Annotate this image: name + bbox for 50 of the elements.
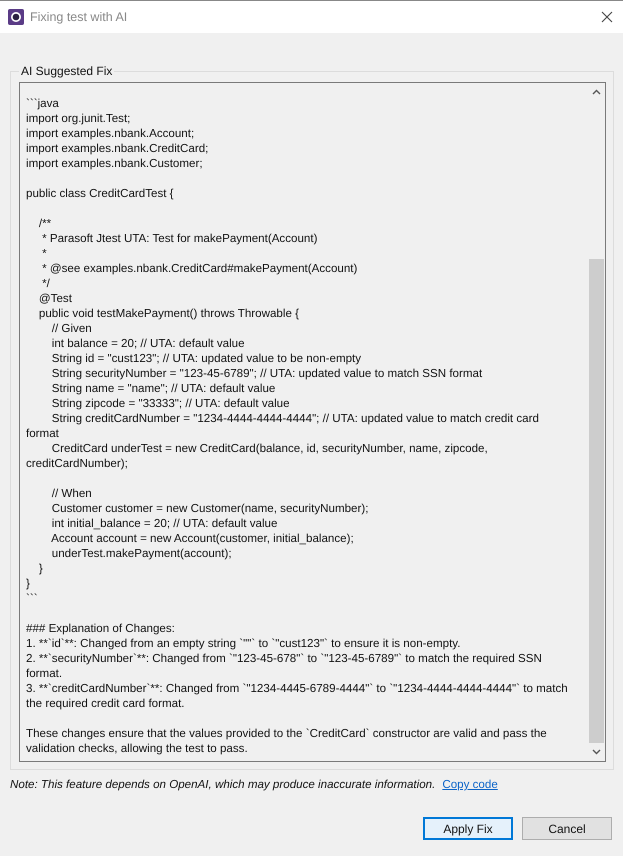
code-line: String id = "cust123"; // UTA: updated value to be non-empty <box>50 351 362 366</box>
apply-fix-button[interactable]: Apply Fix <box>423 817 513 840</box>
scroll-down-icon[interactable] <box>592 749 601 755</box>
code-line: ### Explanation of Changes: <box>26 621 175 636</box>
code-line: } <box>38 561 43 576</box>
code-line: import examples.nbank.CreditCard; <box>26 141 208 156</box>
code-line: ``` <box>26 591 38 606</box>
code-line: } <box>26 576 30 591</box>
code-line: These changes ensure that the values provided to the `CreditCard` constructor are valid and pass the <box>26 726 547 741</box>
code-line: int initial_balance = 20; // UTA: default value <box>50 516 278 531</box>
code-line: creditCardNumber); <box>26 456 128 471</box>
code-line: // When <box>50 486 92 501</box>
code-line: String zipcode = "33333"; // UTA: default value <box>50 396 290 411</box>
code-line: import org.junit.Test; <box>26 111 130 126</box>
code-line: String securityNumber = "123-45-6789"; // UTA: updated value to match SSN format <box>50 366 482 381</box>
note-text: Note: This feature depends on OpenAI, which may produce inaccurate information. <box>10 778 436 791</box>
code-line: import examples.nbank.Account; <box>26 126 194 141</box>
code-line: format <box>26 426 59 441</box>
code-line: /** <box>38 216 52 231</box>
code-line: String name = "name"; // UTA: default value <box>50 381 276 396</box>
code-line: Customer customer = new Customer(name, securityNumber); <box>50 501 368 516</box>
code-line: * @see examples.nbank.CreditCard#makePayment(Account) <box>41 261 358 276</box>
group-title: AI Suggested Fix <box>19 64 114 78</box>
code-line: * Parasoft Jtest UTA: Test for makePayment(Account) <box>41 231 318 246</box>
cancel-button[interactable]: Cancel <box>522 817 612 840</box>
code-line: @Test <box>38 291 72 306</box>
scroll-up-icon[interactable] <box>592 89 601 95</box>
code-line: 2. **`securityNumber`**: Changed from `"123-45-678"` to `"123-45-6789"` to match the required SSN <box>26 651 542 666</box>
code-line: public class CreditCardTest { <box>26 186 174 201</box>
code-line: the required credit card format. <box>26 696 185 711</box>
code-line: format. <box>26 666 62 681</box>
code-line: validation checks, allowing the test to pass. <box>26 741 248 756</box>
code-line: CreditCard underTest = new CreditCard(balance, id, securityNumber, name, zipcode, <box>50 441 488 456</box>
code-line: Account account = new Account(customer, initial_balance); <box>50 531 354 546</box>
code-line: String creditCardNumber = "1234-4444-4444-4444"; // UTA: updated value to match credit card <box>50 411 539 426</box>
code-line: underTest.makePayment(account); <box>50 546 232 561</box>
code-line: */ <box>41 276 50 291</box>
code-line: import examples.nbank.Customer; <box>26 156 203 171</box>
code-line: // Given <box>50 321 92 336</box>
scrollbar-thumb[interactable] <box>589 259 604 743</box>
app-icon <box>8 9 24 25</box>
code-line: ```java <box>26 96 59 111</box>
code-line: * <box>41 246 47 261</box>
close-icon[interactable] <box>601 11 613 23</box>
code-line: int balance = 20; // UTA: default value <box>50 336 245 351</box>
window-title: Fixing test with AI <box>30 10 128 24</box>
code-line: public void testMakePayment() throws Throwable { <box>38 306 300 321</box>
copy-code-link[interactable]: Copy code <box>442 778 498 791</box>
code-line: 3. **`creditCardNumber`**: Changed from `"1234-4445-6789-4444"` to `"1234-4444-4444-4444"` to match <box>26 681 568 696</box>
code-line: 1. **`id`**: Changed from an empty string `""` to `"cust123"` to ensure it is non-empty. <box>26 636 460 651</box>
